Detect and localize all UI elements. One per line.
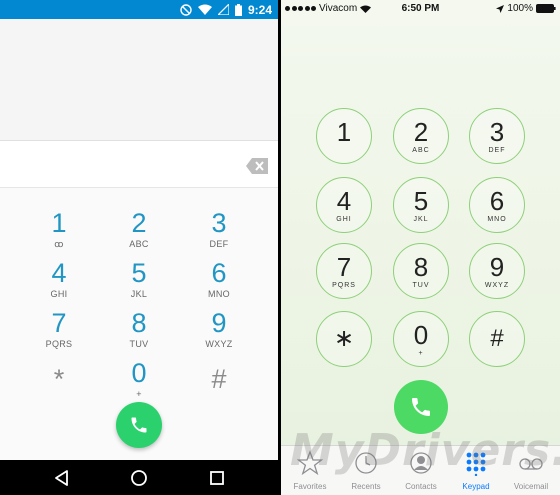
key-letters: ABC: [412, 147, 430, 154]
battery-percent: 100%: [507, 3, 533, 14]
ios-key-6[interactable]: 6 MNO: [469, 177, 525, 233]
key-digit: 1: [336, 117, 352, 147]
android-key-star[interactable]: *: [19, 358, 99, 408]
recents-icon[interactable]: [207, 468, 227, 488]
android-call-button[interactable]: [116, 402, 162, 448]
key-letters: PQRS: [45, 339, 73, 349]
android-status-time: 9:24: [247, 2, 272, 17]
key-letters: +: [136, 389, 142, 399]
key-letters: ABC: [129, 239, 149, 249]
tab-contacts-label: Contacts: [405, 482, 437, 491]
ios-key-7[interactable]: 7 PQRS: [316, 243, 372, 299]
ios-key-star[interactable]: ∗: [316, 311, 372, 367]
key-digit: 6: [211, 258, 227, 288]
android-key-0[interactable]: 0 +: [99, 358, 179, 408]
key-digit: 0: [131, 358, 147, 388]
tab-voicemail-label: Voicemail: [513, 482, 549, 491]
key-digit: 5: [131, 258, 147, 288]
key-letters: WXYZ: [205, 339, 233, 349]
tab-favorites-label: Favorites: [293, 482, 327, 491]
phone-icon: [412, 398, 430, 416]
ios-key-1[interactable]: 1: [316, 108, 372, 164]
battery-icon: [536, 4, 556, 13]
ios-key-5[interactable]: 5 JKL: [393, 177, 449, 233]
android-key-1[interactable]: 1ꝏ: [19, 208, 99, 258]
key-letters: JKL: [413, 216, 429, 223]
key-letters: GHI: [336, 216, 352, 223]
key-digit: 5: [413, 186, 429, 216]
key-digit: 1: [51, 208, 67, 238]
key-digit: ∗: [333, 325, 355, 352]
key-letters: MNO: [208, 289, 230, 299]
ios-key-3[interactable]: 3 DEF: [469, 108, 525, 164]
android-key-6[interactable]: 6 MNO: [179, 258, 259, 308]
key-digit: #: [490, 325, 504, 352]
ios-status-bar: Vivacom 6:50 PM 100%: [281, 0, 560, 18]
key-letters: WXYZ: [484, 282, 510, 289]
key-digit: 3: [489, 117, 505, 147]
key-digit: 0: [413, 320, 429, 350]
wifi-icon: [197, 4, 212, 15]
ios-key-2[interactable]: 2 ABC: [393, 108, 449, 164]
phone-icon: [131, 417, 147, 433]
key-digit: #: [211, 364, 227, 394]
battery-icon: [234, 3, 242, 16]
android-key-7[interactable]: 7 PQRS: [19, 308, 99, 358]
key-letters: TUV: [412, 282, 430, 289]
backspace-icon[interactable]: [246, 158, 268, 174]
ios-key-9[interactable]: 9 WXYZ: [469, 243, 525, 299]
ios-key-4[interactable]: 4 GHI: [316, 177, 372, 233]
key-digit: 8: [131, 308, 147, 338]
ios-key-8[interactable]: 8 TUV: [393, 243, 449, 299]
android-key-4[interactable]: 4 GHI: [19, 258, 99, 308]
android-key-9[interactable]: 9 WXYZ: [179, 308, 259, 358]
dialer-display-area: [0, 19, 278, 141]
key-letters: PQRS: [332, 282, 356, 289]
ios-key-0[interactable]: 0 +: [393, 311, 449, 367]
key-letters: DEF: [488, 147, 506, 154]
tab-keypad-label: Keypad: [462, 482, 490, 491]
ios-key-hash[interactable]: #: [469, 311, 525, 367]
dialed-number-field[interactable]: [0, 142, 278, 188]
location-icon: [496, 4, 505, 13]
android-nav-bar: [0, 460, 278, 495]
key-letters: TUV: [129, 339, 149, 349]
key-letters: +: [418, 350, 424, 357]
key-digit: 4: [336, 186, 352, 216]
key-letters: GHI: [50, 289, 68, 299]
key-digit: 8: [413, 252, 429, 282]
key-digit: 6: [489, 186, 505, 216]
key-digit: 2: [413, 117, 429, 147]
tab-recents-label: Recents: [351, 482, 381, 491]
key-digit: 4: [51, 258, 67, 288]
android-key-5[interactable]: 5 JKL: [99, 258, 179, 308]
android-dialer: 9:24 1 ꝏ 2 ABC 3 DEF 4 GHI 5 JKL 6 MNO 7 PQRS 8 TUV 9 WXY…: [0, 0, 278, 495]
signal-icon: [217, 4, 229, 15]
android-key-2[interactable]: 2 ABC: [99, 208, 179, 258]
key-letters: ꝏ: [54, 239, 64, 249]
watermark: MyDrivers.com: [290, 425, 560, 476]
android-key-8[interactable]: 8 TUV: [99, 308, 179, 358]
do-not-disturb-icon: [180, 3, 192, 16]
android-key-3[interactable]: 3 DEF: [179, 208, 259, 258]
key-letters: JKL: [130, 289, 148, 299]
key-digit: *: [53, 364, 65, 394]
back-icon[interactable]: [52, 468, 72, 488]
key-letters: MNO: [487, 216, 507, 223]
key-digit: 7: [51, 308, 67, 338]
home-icon[interactable]: [129, 468, 149, 488]
key-digit: 3: [211, 208, 227, 238]
key-digit: 2: [131, 208, 147, 238]
android-status-bar: 9:24: [0, 0, 278, 19]
key-digit: 9: [211, 308, 227, 338]
ios-dialer: Vivacom 6:50 PM 100% 1 2 ABC 3 DEF 4 GHI 5 JKL 6 M…: [281, 0, 560, 495]
android-key-hash[interactable]: #: [179, 358, 259, 408]
key-letters: DEF: [209, 239, 229, 249]
key-digit: 7: [336, 252, 352, 282]
key-digit: 9: [489, 252, 505, 282]
